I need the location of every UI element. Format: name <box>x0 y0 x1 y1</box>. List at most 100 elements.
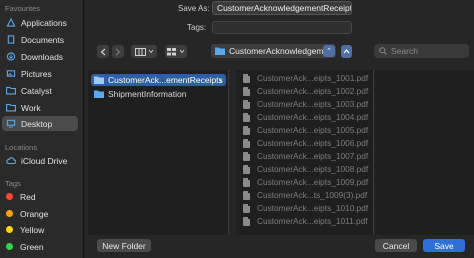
cloud-icon <box>6 157 16 165</box>
download-icon <box>6 52 16 61</box>
file-row: CustomerAck...eipts_1008.pdf <box>243 163 368 175</box>
file-row: CustomerAck...ts_1009(3).pdf <box>243 189 367 201</box>
folder-row-shipment-information[interactable]: ShipmentInformation <box>91 88 226 100</box>
folder-row-customer-acknowledgement-receipts[interactable]: CustomerAck...ementReceipts › <box>91 74 226 86</box>
file-row: CustomerAck...eipts_1004.pdf <box>243 111 368 123</box>
chevron-down-icon <box>179 49 185 54</box>
forward-button[interactable] <box>112 45 124 58</box>
sidebar-item-label: iCloud Drive <box>21 155 68 166</box>
pdf-file-icon <box>243 164 250 174</box>
sidebar-item-downloads[interactable]: Downloads <box>2 49 78 64</box>
sidebar-item-label: Green <box>20 241 44 252</box>
file-row: CustomerAck...eipts_1006.pdf <box>243 137 368 149</box>
save-button[interactable]: Save <box>423 239 465 252</box>
sidebar-item-label: Orange <box>20 208 49 219</box>
sidebar-item-label: Downloads <box>21 51 64 62</box>
cancel-button[interactable]: Cancel <box>375 239 417 252</box>
file-name: CustomerAck...eipts_1009.pdf <box>257 177 369 187</box>
sidebar-item-pictures[interactable]: Pictures <box>2 66 78 81</box>
sidebar-item-label: Catalyst <box>21 85 52 96</box>
chevron-up-icon <box>343 49 350 54</box>
sidebar-item-work[interactable]: Work <box>2 100 78 115</box>
column-view-icon <box>134 47 146 56</box>
pictures-icon <box>6 70 16 77</box>
file-name: CustomerAck...ts_1009(3).pdf <box>257 190 368 200</box>
browser-column-2: CustomerAck...eipts_1001.pdf CustomerAck… <box>236 70 374 235</box>
pdf-file-icon <box>243 177 250 187</box>
locations-heading: Locations <box>5 143 38 152</box>
sidebar-tag-red[interactable]: Red <box>2 189 78 204</box>
file-row: CustomerAck...eipts_1001.pdf <box>243 72 368 84</box>
chevron-down-icon <box>148 49 153 54</box>
sidebar-item-label: Pictures <box>21 68 52 79</box>
search-placeholder: Search <box>391 46 418 56</box>
file-row: CustomerAck...eipts_1002.pdf <box>243 85 368 97</box>
folder-name: CustomerAck...ementReceipts <box>108 75 223 85</box>
sidebar-tag-green[interactable]: Green <box>2 239 78 254</box>
file-name: CustomerAck...eipts_1003.pdf <box>257 99 369 109</box>
pdf-file-icon <box>243 151 250 161</box>
tags-field[interactable] <box>212 21 352 34</box>
file-name: CustomerAck...eipts_1011.pdf <box>257 216 368 226</box>
chevron-right-icon: › <box>219 75 222 85</box>
file-row: CustomerAck...eipts_1011.pdf <box>243 215 368 227</box>
green-tag-dot-icon <box>6 243 13 250</box>
file-row: CustomerAck...eipts_1009.pdf <box>243 176 368 188</box>
chevron-left-icon <box>100 48 106 55</box>
save-as-field[interactable]: CustomerAcknowledgementReceipt <box>212 1 352 15</box>
sidebar-item-documents[interactable]: Documents <box>2 32 78 47</box>
pdf-file-icon <box>243 73 250 83</box>
browser-column-3 <box>375 70 474 235</box>
search-field[interactable]: Search <box>374 44 469 58</box>
file-row: CustomerAck...eipts_1003.pdf <box>243 98 368 110</box>
file-name: CustomerAck...eipts_1002.pdf <box>257 86 369 96</box>
pdf-file-icon <box>243 138 250 148</box>
sidebar-item-icloud-drive[interactable]: iCloud Drive <box>2 153 78 168</box>
sidebar-item-label: Desktop <box>21 118 53 129</box>
folder-icon <box>94 76 104 84</box>
pdf-file-icon <box>243 125 250 135</box>
collapse-dialog-button[interactable] <box>341 45 352 58</box>
applications-icon <box>6 18 16 27</box>
grid-icon <box>167 47 176 55</box>
folder-icon <box>215 47 225 55</box>
sidebar-item-applications[interactable]: Applications <box>2 15 78 30</box>
file-name: CustomerAck...eipts_1010.pdf <box>257 203 369 213</box>
folder-icon <box>94 90 104 98</box>
sidebar-item-label: Applications <box>21 17 67 28</box>
file-name: CustomerAck...eipts_1008.pdf <box>257 164 369 174</box>
tags-heading: Tags <box>5 179 21 188</box>
chevron-updown-icon: ⌃ <box>323 45 335 57</box>
tags-label: Tags: <box>187 23 207 32</box>
pdf-file-icon <box>243 112 250 122</box>
file-name: CustomerAck...eipts_1004.pdf <box>257 112 369 122</box>
folder-icon <box>6 86 16 95</box>
sidebar-item-desktop[interactable]: Desktop <box>2 116 78 131</box>
file-name: CustomerAck...eipts_1007.pdf <box>257 151 369 161</box>
desktop-icon <box>6 119 16 128</box>
pdf-file-icon <box>243 99 250 109</box>
location-popup[interactable]: CustomerAcknowledgem... ⌃ <box>211 44 336 58</box>
file-row: CustomerAck...eipts_1007.pdf <box>243 150 368 162</box>
pdf-file-icon <box>243 216 250 226</box>
search-icon <box>379 47 387 55</box>
sidebar-item-catalyst[interactable]: Catalyst <box>2 83 78 98</box>
sidebar-item-label: Documents <box>21 34 64 45</box>
folder-icon <box>6 103 16 112</box>
location-popup-label: CustomerAcknowledgem... <box>229 46 323 56</box>
back-button[interactable] <box>97 45 109 58</box>
chevron-right-icon <box>115 48 121 55</box>
red-tag-dot-icon <box>6 193 13 200</box>
sidebar: Favourites Applications Documents Downlo… <box>0 0 84 258</box>
new-folder-button[interactable]: New Folder <box>97 239 151 252</box>
file-row: CustomerAck...eipts_1005.pdf <box>243 124 368 136</box>
sidebar-tag-orange[interactable]: Orange <box>2 206 78 221</box>
group-by-button[interactable] <box>165 45 187 58</box>
browser-column-1: CustomerAck...ementReceipts › ShipmentIn… <box>88 70 229 235</box>
sidebar-tag-yellow[interactable]: Yellow <box>2 222 78 237</box>
orange-tag-dot-icon <box>6 210 13 217</box>
pdf-file-icon <box>243 86 250 96</box>
view-mode-button[interactable] <box>131 45 157 58</box>
file-name: CustomerAck...eipts_1005.pdf <box>257 125 369 135</box>
file-name: CustomerAck...eipts_1001.pdf <box>257 73 369 83</box>
